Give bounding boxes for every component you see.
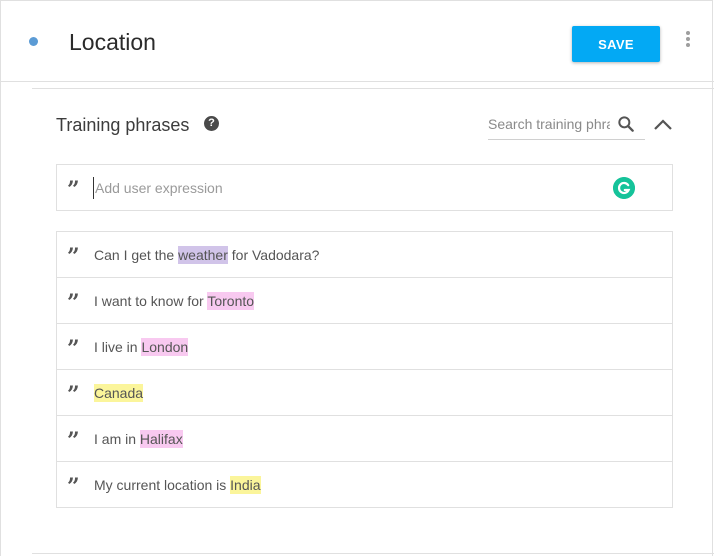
entity-annotation[interactable]: Canada: [94, 384, 144, 402]
add-expression-input[interactable]: [93, 177, 595, 199]
entity-annotation[interactable]: weather: [178, 246, 228, 264]
phrase-text-after: for Vadodara?: [227, 247, 320, 263]
help-circle-icon[interactable]: ?: [204, 116, 219, 131]
intent-header: Location SAVE: [0, 0, 714, 82]
training-phrase-text[interactable]: I want to know for Toronto: [94, 292, 255, 310]
entity-annotation[interactable]: India: [230, 476, 261, 494]
add-expression-box: ”: [56, 164, 673, 211]
training-phrase-row[interactable]: ” My current location is India: [57, 462, 672, 507]
section-title: Training phrases: [56, 115, 190, 135]
training-phrase-text[interactable]: Can I get the weather for Vadodara?: [94, 246, 319, 264]
search-field: [488, 113, 645, 140]
training-phrase-text[interactable]: Canada: [94, 384, 144, 402]
phrase-text-before: I live in: [94, 339, 142, 355]
training-phrase-row[interactable]: ” Canada: [57, 370, 672, 416]
training-phrase-row[interactable]: ” I want to know for Toronto: [57, 278, 672, 324]
phrase-text-before: Can I get the: [94, 247, 179, 263]
search-input[interactable]: [488, 113, 610, 135]
save-button[interactable]: SAVE: [572, 26, 660, 62]
phrase-text-before: I am in: [94, 431, 140, 447]
quote-icon: ”: [67, 244, 80, 270]
quote-icon: ”: [67, 474, 80, 500]
training-phrase-text[interactable]: My current location is India: [94, 476, 261, 494]
entity-annotation[interactable]: Halifax: [139, 430, 183, 448]
phrase-text-before: I want to know for: [94, 293, 208, 309]
entity-annotation[interactable]: Toronto: [207, 292, 255, 310]
training-phrase-row[interactable]: ” I live in London: [57, 324, 672, 370]
grammarly-icon[interactable]: [613, 177, 635, 199]
training-phrase-list: ” Can I get the weather for Vadodara? ” I w…: [56, 231, 673, 508]
training-phrase-text[interactable]: I live in London: [94, 338, 189, 356]
section-divider-bottom: [32, 553, 714, 554]
more-vert-icon[interactable]: [680, 31, 696, 53]
quote-icon: ”: [67, 428, 80, 454]
status-dot: [29, 37, 38, 46]
search-icon[interactable]: [616, 114, 636, 134]
training-phrase-text[interactable]: I am in Halifax: [94, 430, 183, 448]
section-divider: [32, 88, 714, 89]
entity-annotation[interactable]: London: [141, 338, 189, 356]
chevron-up-icon[interactable]: [653, 116, 673, 132]
quote-icon: ”: [67, 290, 80, 316]
quote-icon: ”: [67, 336, 80, 362]
quote-icon: ”: [67, 382, 80, 408]
quote-icon: ”: [67, 177, 80, 203]
intent-name[interactable]: Location: [69, 28, 156, 56]
training-phrase-row[interactable]: ” I am in Halifax: [57, 416, 672, 462]
header-divider: [0, 81, 714, 82]
training-phrase-row[interactable]: ” Can I get the weather for Vadodara?: [57, 232, 672, 278]
phrase-text-before: My current location is: [94, 477, 231, 493]
